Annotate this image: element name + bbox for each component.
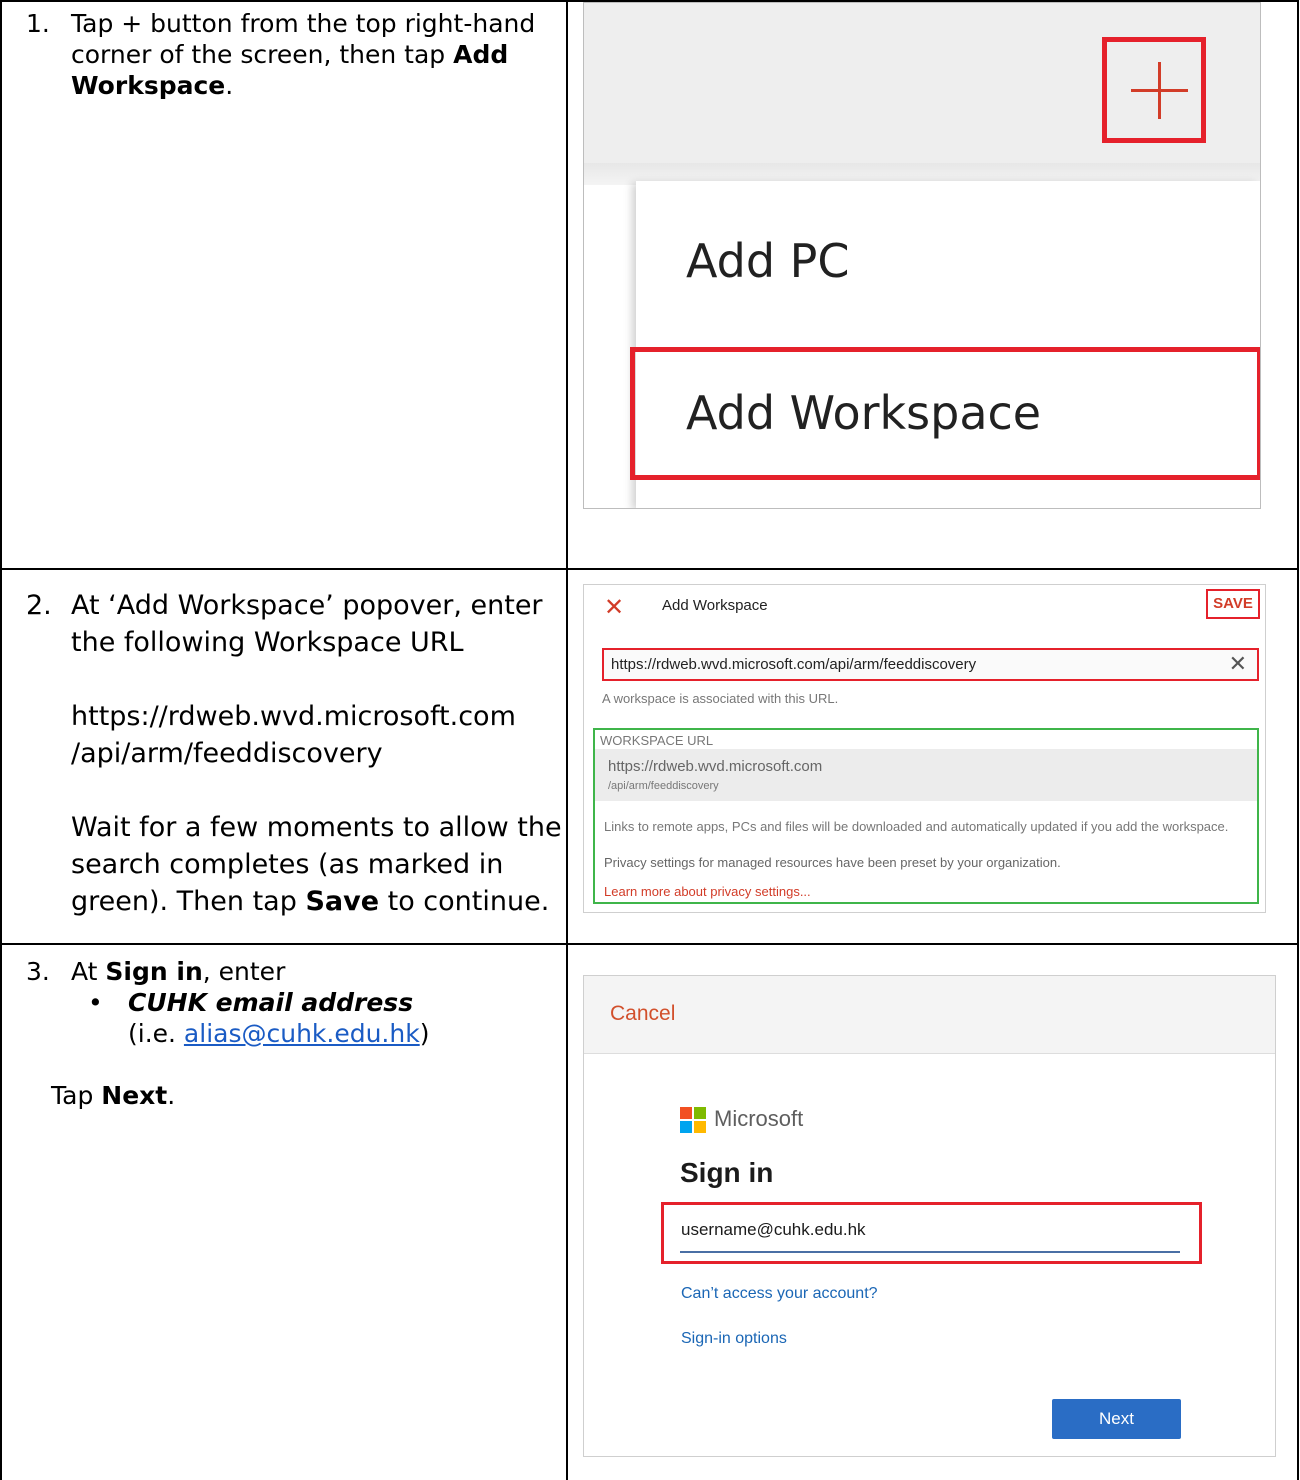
workspace-url-label: WORKSPACE URL <box>600 733 714 748</box>
step-3-line: ) <box>419 1019 430 1048</box>
add-dropdown-menu: Add PC Add Workspace <box>630 181 1260 508</box>
bullet: • <box>88 988 103 1017</box>
step-3-line: , enter <box>202 957 286 986</box>
workspace-url-line: /api/arm/feeddiscovery <box>71 738 383 769</box>
add-workspace-highlight <box>630 347 1260 480</box>
cant-access-link[interactable]: Can’t access your account? <box>681 1285 878 1303</box>
workspace-url-line: https://rdweb.wvd.microsoft.com <box>71 701 516 732</box>
step-1-bold: Add <box>453 40 509 69</box>
plus-button-highlight[interactable] <box>1102 37 1206 143</box>
workspace-url-input[interactable]: https://rdweb.wvd.microsoft.com/api/arm/… <box>602 648 1259 681</box>
cancel-button[interactable]: Cancel <box>610 1002 675 1026</box>
step-2-line: the following Workspace URL <box>71 627 464 658</box>
microsoft-brand-text: Microsoft <box>714 1106 804 1131</box>
signin-options-link[interactable]: Sign-in options <box>681 1330 787 1348</box>
popover-title: Add Workspace <box>662 597 768 614</box>
step-3-line: At <box>71 957 106 986</box>
email-field-underline <box>680 1251 1180 1253</box>
instruction-document: 1. Tap + button from the top right-hand … <box>0 0 1300 1480</box>
step-1-bold: Workspace <box>71 71 226 100</box>
step-3-bold: Sign in <box>105 957 203 986</box>
microsoft-logo-icon <box>680 1107 706 1133</box>
microsoft-signin-screenshot: Cancel Microsoft Sign in username@cuhk.e… <box>583 975 1276 1457</box>
add-workspace-popover: ✕ Add Workspace SAVE https://rdweb.wvd.m… <box>583 584 1266 913</box>
step-1-line: corner of the screen, then tap <box>71 40 454 69</box>
email-field[interactable]: username@cuhk.edu.hk <box>681 1220 866 1240</box>
email-link[interactable]: alias@cuhk.edu.hk <box>184 1019 420 1048</box>
next-button[interactable]: Next <box>1052 1399 1181 1439</box>
learn-more-link[interactable]: Learn more about privacy settings... <box>604 884 811 899</box>
step-number: 3. <box>26 957 50 986</box>
step-2-line: to continue. <box>379 886 550 917</box>
table-border-left <box>0 0 2 1480</box>
row-divider-2 <box>0 943 1299 945</box>
clear-icon[interactable]: ✕ <box>1229 651 1247 677</box>
step-number: 2. <box>26 590 52 621</box>
step-1-period: . <box>225 71 234 100</box>
close-icon[interactable]: ✕ <box>604 593 624 622</box>
step-number: 1. <box>26 9 50 38</box>
workspace-status-text: A workspace is associated with this URL. <box>602 691 839 706</box>
step-1-line: Tap + button from the top right-hand <box>71 9 536 38</box>
search-result-highlight <box>593 728 1259 904</box>
links-info-text: Links to remote apps, PCs and files will… <box>604 819 1229 834</box>
step-3-line: Tap <box>51 1081 102 1110</box>
step-2-bold: Save <box>305 886 380 917</box>
privacy-info-text: Privacy settings for managed resources h… <box>604 855 1061 870</box>
step-3-line: (i.e. <box>128 1019 184 1048</box>
row-divider-1 <box>0 568 1299 570</box>
url-input-value: https://rdweb.wvd.microsoft.com/api/arm/… <box>611 656 977 673</box>
step-2-line: green). Then tap <box>71 886 306 917</box>
step-2-line: At ‘Add Workspace’ popover, enter <box>71 590 543 621</box>
step-3-bold: Next <box>101 1081 168 1110</box>
add-menu-screenshot: Add PC Add Workspace <box>583 2 1261 509</box>
step-3-bold-italic: CUHK email address <box>128 988 414 1017</box>
signin-header: Cancel <box>584 976 1275 1054</box>
workspace-url-value: https://rdweb.wvd.microsoft.com <box>608 758 823 775</box>
step-2-line: Wait for a few moments to allow the <box>71 812 562 843</box>
save-button[interactable]: SAVE <box>1206 589 1260 619</box>
menu-item-add-pc[interactable]: Add PC <box>686 234 850 288</box>
workspace-url-path: /api/arm/feeddiscovery <box>608 780 719 792</box>
step-3-line: . <box>167 1081 176 1110</box>
step-2-line: search completes (as marked in <box>71 849 504 880</box>
table-border-right <box>1297 0 1299 1480</box>
signin-heading: Sign in <box>680 1157 774 1188</box>
